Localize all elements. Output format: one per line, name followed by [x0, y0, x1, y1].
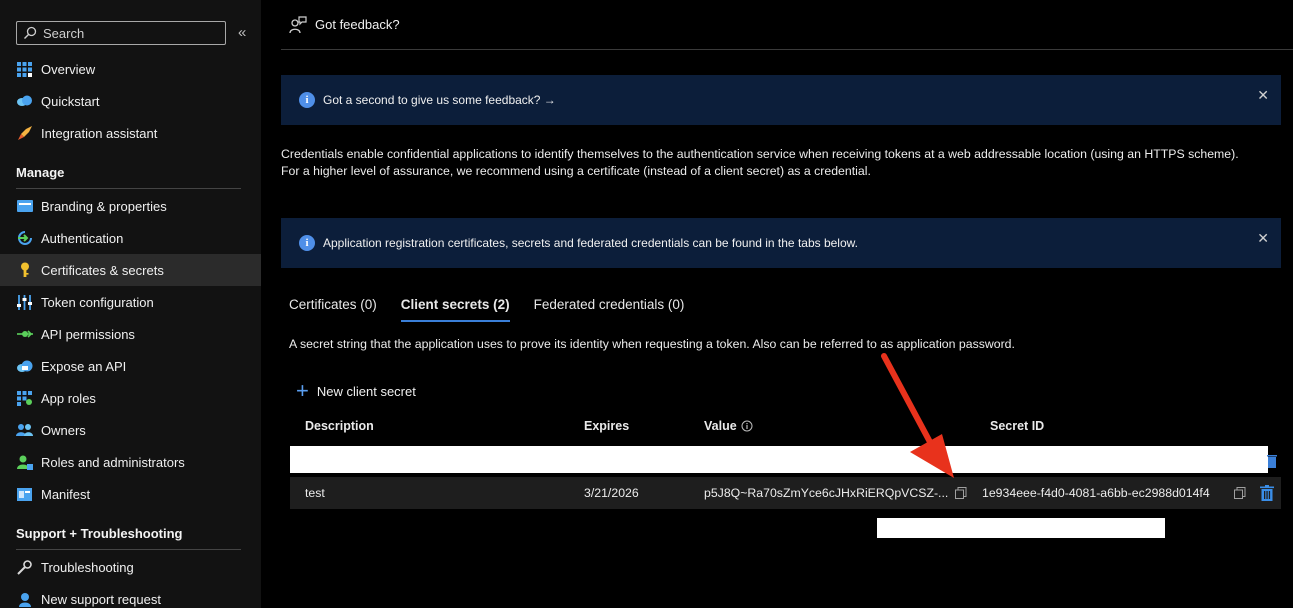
sliders-icon: [16, 294, 33, 311]
command-bar: Got feedback?: [281, 0, 1293, 50]
annotation-arrow-icon: [881, 353, 954, 478]
app-roles-icon: [16, 390, 33, 407]
sidebar-item-label: Quickstart: [41, 93, 100, 109]
new-client-secret-button[interactable]: + New client secret: [296, 378, 416, 403]
plus-icon: +: [296, 378, 309, 403]
credential-tabs: Certificates (0) Client secrets (2) Fede…: [289, 297, 708, 322]
redacted-row: [290, 446, 1268, 473]
sidebar-item-label: API permissions: [41, 326, 135, 342]
sidebar-item-label: Manifest: [41, 486, 91, 502]
client-secret-description: A secret string that the application use…: [289, 337, 1015, 351]
column-header-description: Description: [305, 419, 374, 433]
sidebar-item-label: Expose an API: [41, 358, 127, 374]
info-icon[interactable]: [741, 420, 753, 432]
sidebar-item-label: Troubleshooting: [41, 559, 134, 575]
info-banner: i Application registration certificates,…: [281, 218, 1281, 268]
delete-icon[interactable]: [1260, 485, 1274, 501]
tab-client-secrets[interactable]: Client secrets (2): [400, 297, 510, 322]
sidebar-item-label: Branding & properties: [41, 198, 167, 214]
sidebar: « Overview Quickstart Integration assist…: [0, 0, 261, 608]
copy-icon[interactable]: [955, 487, 967, 499]
sidebar-item-label: Certificates & secrets: [41, 262, 164, 278]
value-header-label: Value: [704, 419, 737, 433]
feedback-banner: i Got a second to give us some feedback?…: [281, 75, 1281, 125]
cloud-api-icon: [16, 358, 33, 375]
sidebar-item-label: Owners: [41, 422, 86, 438]
collapse-sidebar-icon[interactable]: «: [238, 24, 246, 41]
sidebar-item-label: Authentication: [41, 230, 124, 246]
column-header-secret-id: Secret ID: [990, 419, 1045, 433]
card-icon: [16, 198, 33, 215]
credentials-description: Credentials enable confidential applicat…: [281, 147, 1239, 178]
auth-icon: [16, 230, 33, 247]
sidebar-item-authentication[interactable]: Authentication: [0, 222, 261, 254]
sidebar-item-quickstart[interactable]: Quickstart: [0, 85, 261, 117]
column-header-value: Value: [704, 419, 753, 433]
sidebar-item-overview[interactable]: Overview: [0, 53, 261, 85]
search-box[interactable]: [16, 21, 226, 45]
owners-icon: [16, 422, 33, 439]
grid-icon: [16, 61, 33, 78]
permissions-icon: [16, 326, 33, 343]
sidebar-item-roles-administrators[interactable]: Roles and administrators: [0, 446, 261, 478]
sidebar-item-token-configuration[interactable]: Token configuration: [0, 286, 261, 318]
sidebar-item-troubleshooting[interactable]: Troubleshooting: [0, 551, 261, 583]
column-header-expires: Expires: [584, 419, 630, 433]
tab-certificates[interactable]: Certificates (0): [289, 297, 377, 322]
rocket-icon: [16, 125, 33, 142]
info-banner-text: Application registration certificates, s…: [323, 236, 858, 250]
support-icon: [16, 591, 33, 608]
close-icon[interactable]: ✕: [1257, 230, 1269, 247]
search-icon: [24, 26, 37, 39]
feedback-button[interactable]: Got feedback?: [315, 17, 400, 32]
sidebar-item-label: Token configuration: [41, 294, 154, 310]
tab-federated-credentials[interactable]: Federated credentials (0): [534, 297, 685, 322]
feedback-link[interactable]: Got a second to give us some feedback? →: [323, 93, 556, 107]
sidebar-item-app-roles[interactable]: App roles: [0, 382, 261, 414]
cloud-icon: [16, 93, 33, 110]
secret-expires-cell: 3/21/2026: [584, 486, 639, 500]
redacted-area: [877, 518, 1165, 538]
key-icon: [16, 262, 33, 279]
support-section-header: Support + Troubleshooting: [16, 526, 183, 541]
delete-icon[interactable]: [1267, 454, 1277, 468]
close-icon[interactable]: ✕: [1257, 87, 1269, 104]
sidebar-item-branding[interactable]: Branding & properties: [0, 190, 261, 222]
secret-value-cell: p5J8Q~Ra70sZmYce6cJHxRiERQpVCSZ-...: [704, 486, 949, 500]
sidebar-item-owners[interactable]: Owners: [0, 414, 261, 446]
sidebar-item-label: New support request: [41, 591, 161, 607]
wrench-icon: [16, 559, 33, 576]
info-icon: i: [299, 235, 315, 251]
divider: [16, 188, 241, 189]
sidebar-item-label: App roles: [41, 390, 96, 406]
roles-icon: [16, 454, 33, 471]
sidebar-item-manifest[interactable]: Manifest: [0, 478, 261, 510]
manifest-icon: [16, 486, 33, 503]
secret-id-cell: 1e934eee-f4d0-4081-a6bb-ec2988d014f4: [982, 486, 1210, 500]
new-client-secret-label: New client secret: [316, 383, 416, 399]
sidebar-item-certificates-secrets[interactable]: Certificates & secrets: [0, 254, 261, 286]
sidebar-item-new-support-request[interactable]: New support request: [0, 583, 261, 608]
copy-icon[interactable]: [1234, 487, 1246, 499]
sidebar-item-label: Roles and administrators: [41, 454, 185, 470]
secret-description-cell: test: [305, 486, 325, 500]
manage-section-header: Manage: [16, 165, 65, 180]
sidebar-item-expose-api[interactable]: Expose an API: [0, 350, 261, 382]
sidebar-item-label: Integration assistant: [41, 125, 158, 141]
search-input[interactable]: [43, 25, 213, 41]
sidebar-item-integration-assistant[interactable]: Integration assistant: [0, 117, 261, 149]
divider: [16, 549, 241, 550]
feedback-icon[interactable]: [289, 15, 307, 34]
sidebar-item-label: Overview: [41, 61, 96, 77]
info-icon: i: [299, 92, 315, 108]
sidebar-item-api-permissions[interactable]: API permissions: [0, 318, 261, 350]
